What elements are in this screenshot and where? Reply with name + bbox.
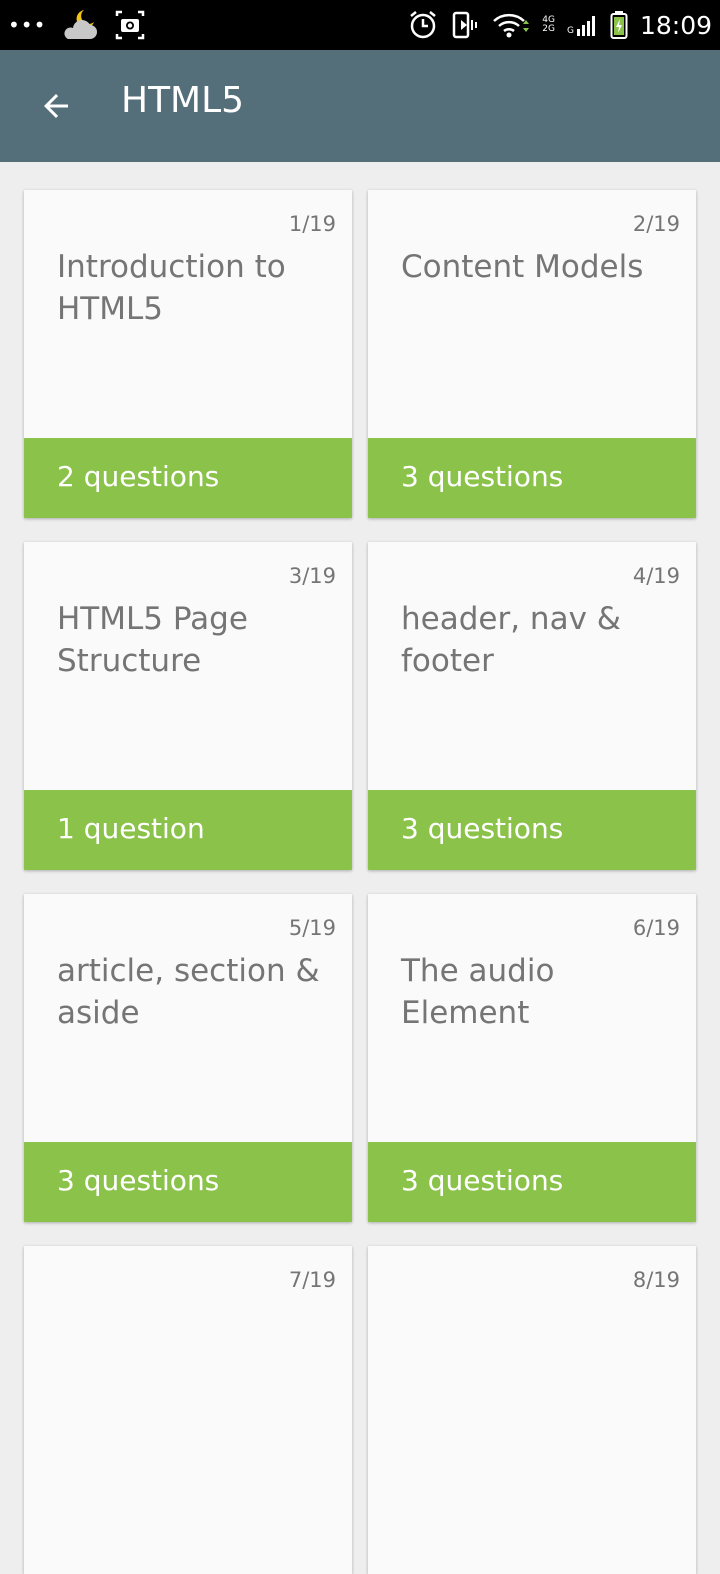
weather-cloud-moon-icon — [64, 10, 98, 39]
lesson-card[interactable]: 5/19 article, section & aside 3 question… — [24, 894, 352, 1222]
question-count: 1 question — [57, 812, 205, 845]
more-dots-icon: ••• — [8, 13, 47, 37]
lesson-card[interactable]: 7/19 — [24, 1246, 352, 1574]
app-bar: HTML5 — [0, 50, 720, 162]
lesson-card[interactable]: 2/19 Content Models 3 questions — [368, 190, 696, 518]
lesson-card[interactable]: 8/19 — [368, 1246, 696, 1574]
card-title: HTML5 Page Structure — [57, 601, 248, 679]
card-footer: 2 questions — [24, 438, 352, 518]
lesson-card[interactable]: 3/19 HTML5 Page Structure 1 question — [24, 542, 352, 870]
question-count: 2 questions — [57, 460, 220, 493]
network-type: 4G 2G — [542, 16, 555, 34]
question-count: 3 questions — [401, 812, 564, 845]
signal-label: G — [566, 26, 574, 36]
status-bar: ••• 4G 2G G 18:09 — [0, 0, 720, 50]
back-button[interactable] — [24, 74, 88, 138]
screenshot-icon — [116, 10, 145, 40]
vibrate-icon — [453, 11, 478, 39]
signal-icon: G — [567, 14, 598, 36]
lesson-grid: 1/19 Introduction to HTML5 2 questions 2… — [0, 0, 720, 1574]
card-number: 2/19 — [632, 212, 680, 236]
page-title: HTML5 — [121, 80, 245, 121]
wifi-icon — [493, 13, 530, 38]
card-number: 3/19 — [288, 564, 336, 588]
network-bottom-label: 2G — [542, 24, 555, 34]
card-number: 4/19 — [632, 564, 680, 588]
card-title: The audio Element — [401, 953, 555, 1031]
card-title: Introduction to HTML5 — [57, 249, 286, 327]
battery-icon — [610, 11, 628, 39]
card-number: 8/19 — [632, 1268, 680, 1292]
card-number: 1/19 — [288, 212, 336, 236]
card-footer: 3 questions — [368, 790, 696, 870]
card-number: 7/19 — [288, 1268, 336, 1292]
question-count: 3 questions — [401, 460, 564, 493]
alarm-icon — [410, 11, 437, 39]
card-number: 5/19 — [288, 916, 336, 940]
question-count: 3 questions — [57, 1164, 220, 1197]
lesson-card[interactable]: 6/19 The audio Element 3 questions — [368, 894, 696, 1222]
card-footer: 1 question — [24, 790, 352, 870]
clock: 18:09 — [639, 10, 712, 40]
lesson-card[interactable]: 4/19 header, nav & footer 3 questions — [368, 542, 696, 870]
card-title: header, nav & footer — [401, 601, 621, 679]
card-number: 6/19 — [632, 916, 680, 940]
card-footer: 3 questions — [368, 1142, 696, 1222]
card-title: Content Models — [401, 249, 644, 285]
question-count: 3 questions — [401, 1164, 564, 1197]
card-footer: 3 questions — [368, 438, 696, 518]
card-footer: 3 questions — [24, 1142, 352, 1222]
card-title: article, section & aside — [57, 953, 320, 1031]
arrow-back-icon — [44, 94, 68, 118]
lesson-card[interactable]: 1/19 Introduction to HTML5 2 questions — [24, 190, 352, 518]
